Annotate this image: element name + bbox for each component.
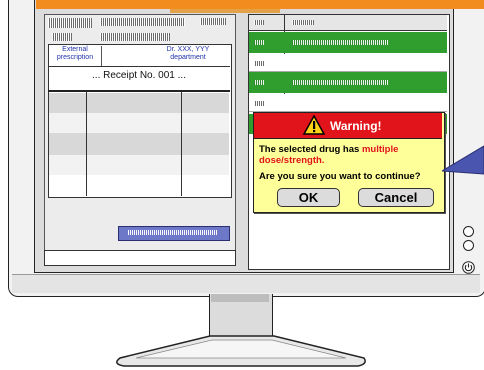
receipt-row-4[interactable]	[49, 155, 229, 175]
drug-row-3-code	[254, 80, 264, 85]
left-header-hatch-b	[100, 18, 185, 26]
receipt-title-divider	[48, 90, 230, 92]
receipt-row-1[interactable]	[49, 93, 229, 113]
power-icon[interactable]	[462, 261, 475, 274]
warning-message: The selected drug has multiple dose/stre…	[259, 144, 444, 166]
receipt-row-2[interactable]	[49, 113, 229, 133]
receipt-col-line-2	[181, 92, 182, 196]
ok-button[interactable]: OK	[277, 188, 340, 207]
drug-row-1-code	[254, 40, 264, 45]
drug-row-3-name	[292, 80, 388, 85]
drug-row-2[interactable]	[249, 54, 447, 72]
warning-triangle-icon	[303, 115, 325, 135]
top-accent-shadow	[170, 9, 280, 13]
left-header-hatch-d	[52, 33, 72, 41]
left-header-hatch-a	[48, 18, 92, 28]
external-prescription-cell[interactable]: External prescription	[49, 46, 102, 66]
monitor-bezel-lower	[12, 274, 480, 293]
drug-row-4-code	[254, 101, 264, 106]
warning-dialog-title: Warning!	[330, 119, 382, 133]
drug-row-1-name	[292, 40, 388, 45]
drug-row-4[interactable]	[249, 94, 447, 112]
right-header-hatch-a	[254, 20, 264, 25]
drug-row-2-code	[254, 61, 264, 66]
receipt-col-line-1	[86, 92, 87, 196]
receipt-header-divider	[48, 66, 230, 67]
receipt-title: ... Receipt No. 001 ...	[92, 70, 186, 81]
receipt-row-3[interactable]	[49, 133, 229, 155]
bezel-button-2[interactable]	[463, 240, 474, 251]
right-header	[249, 15, 447, 31]
callout-pointer	[442, 145, 484, 175]
warning-question: Are you sure you want to continue?	[259, 171, 421, 182]
top-accent-bar	[36, 0, 484, 9]
warning-message-text: The selected drug has	[259, 144, 362, 155]
right-header-hatch-b	[292, 20, 314, 25]
bezel-button-1[interactable]	[463, 226, 474, 237]
blue-action-button-label	[128, 230, 218, 235]
monitor-stand-base	[116, 335, 366, 367]
left-header-hatch-e	[100, 33, 170, 41]
left-bottom-field[interactable]	[44, 250, 236, 266]
receipt-row-5[interactable]	[49, 175, 229, 195]
cancel-button[interactable]: Cancel	[358, 188, 434, 207]
doctor-department-cell[interactable]: Dr. XXX, YYY department	[150, 46, 226, 66]
left-header-hatch-c	[200, 18, 226, 25]
